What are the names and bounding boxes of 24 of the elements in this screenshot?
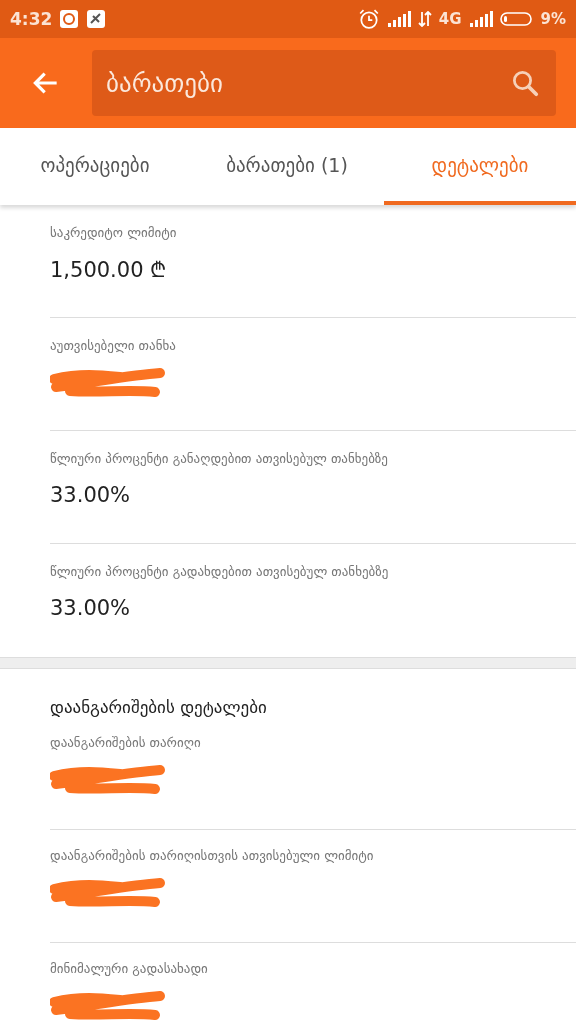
field-label: საკრედიტო ლიმიტი [50, 225, 178, 240]
field-label: წლიური პროცენტი განაღდებით ათვისებულ თანხებზე [50, 451, 389, 466]
data-arrows-icon [417, 11, 432, 27]
alarm-icon [357, 8, 380, 30]
field-value: 33.00% [50, 596, 131, 620]
field-label: დაანგარიშების თარიღისთვის ათვისებული ლიმიტი [50, 848, 375, 863]
section-title: დაანგარიშების დეტალები [50, 697, 268, 717]
field-value: 33.00% [50, 483, 131, 507]
status-time: 4:32 [10, 9, 53, 29]
field-value: 1,500.00 ₾ [50, 257, 167, 283]
battery-icon [499, 11, 534, 27]
field-label: წლიური პროცენტი გადახდებით ათვისებულ თანხებზე [50, 564, 390, 579]
field-label: აუთვისებელი თანხა [50, 338, 177, 353]
tab[interactable]: ოპერაციები [0, 128, 190, 205]
field-label: მინიმალური გადასახადი [50, 961, 209, 976]
signal-icon [386, 11, 411, 27]
network-type: 4G [438, 10, 462, 28]
notification-icon [86, 9, 107, 29]
field-label: დაანგარიშების თარიღი [50, 735, 202, 750]
signal-icon [468, 11, 493, 27]
notification-icon [59, 9, 80, 29]
tab[interactable]: ბარათები (1) [190, 128, 384, 205]
battery-percent: 9% [540, 10, 566, 28]
search-icon[interactable] [510, 68, 540, 98]
